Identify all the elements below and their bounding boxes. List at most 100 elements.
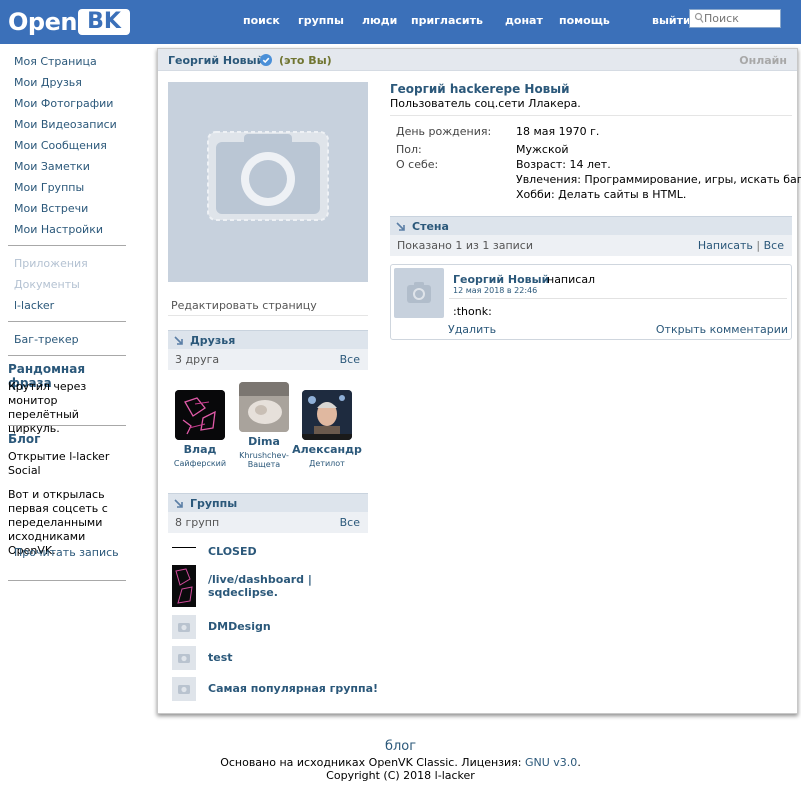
post-date[interactable]: 12 мая 2018 в 22:46 <box>453 286 537 295</box>
sidebar-item-photos[interactable]: Мои Фотографии <box>14 97 113 110</box>
logo-bk-text: BK <box>78 9 130 35</box>
profile-name: Георгий Новый <box>168 54 265 67</box>
sidebar-divider <box>8 245 126 246</box>
group-name[interactable]: Самая популярная группа! <box>208 682 378 695</box>
group-name[interactable]: test <box>208 651 233 664</box>
groups-all-link[interactable]: Все <box>340 516 360 529</box>
its-you-label: (это Вы) <box>279 54 332 67</box>
info-label-gender: Пол: <box>396 143 422 156</box>
profile-panel: Георгий Новый (это Вы) Онлайн Редактиров… <box>157 48 801 714</box>
logo-open-text: Open <box>8 8 77 36</box>
groups-subbar: 8 групп Все <box>168 512 368 533</box>
post-author-avatar[interactable] <box>394 268 444 318</box>
sidebar-divider <box>8 355 126 356</box>
search-input[interactable] <box>704 11 778 26</box>
post-author-name[interactable]: Георгий Новый <box>453 273 549 286</box>
group-avatar[interactable] <box>172 547 196 548</box>
friend-avatar[interactable] <box>302 390 352 440</box>
friend-avatar-image <box>175 390 225 440</box>
user-status: Пользователь соц.сети Ллакера. <box>390 97 581 110</box>
camera-icon <box>178 654 190 663</box>
groups-title: Группы <box>190 497 238 510</box>
post-divider <box>449 298 787 299</box>
wall-write-link[interactable]: Написать <box>698 239 753 252</box>
groups-count: 8 групп <box>175 516 220 529</box>
friend-last-name[interactable]: Детилот <box>286 459 368 468</box>
post-text: :thonk: <box>453 305 492 318</box>
sidebar-item-l-lacker[interactable]: l-lacker <box>14 299 54 312</box>
camera-icon <box>178 685 190 694</box>
collapse-arrow-icon <box>174 336 183 345</box>
nav-invite[interactable]: пригласить <box>411 14 483 27</box>
nav-help[interactable]: помощь <box>559 14 610 27</box>
camera-icon <box>407 282 431 303</box>
nav-logout[interactable]: выйти <box>652 14 691 27</box>
group-avatar[interactable] <box>172 646 196 670</box>
group-name[interactable]: DMDesign <box>208 620 271 633</box>
wall-all-link[interactable]: Все <box>764 239 784 252</box>
nav-search[interactable]: поиск <box>243 14 280 27</box>
search-box[interactable] <box>689 9 781 28</box>
friends-count: 3 друга <box>175 353 220 366</box>
nav-groups[interactable]: группы <box>298 14 344 27</box>
info-value-age: Возраст: 14 лет. <box>516 158 611 171</box>
sidebar-item-friends[interactable]: Мои Друзья <box>14 76 82 89</box>
info-value-birthday: 18 мая 1970 г. <box>516 125 600 138</box>
friend-avatar[interactable] <box>239 382 289 432</box>
edit-page-link[interactable]: Редактировать страницу <box>171 299 317 312</box>
group-name-text: /live/dashboard | sqdeclipse. <box>208 573 312 599</box>
friends-title: Друзья <box>190 334 236 347</box>
top-header: Open BK поиск группы люди пригласить дон… <box>0 0 801 44</box>
sidebar-divider <box>8 580 126 581</box>
footer-license-link[interactable]: GNU v3.0 <box>525 756 577 769</box>
wall-section-bar[interactable]: Стена <box>390 216 792 236</box>
profile-avatar[interactable] <box>168 82 368 282</box>
group-name[interactable]: /live/dashboard | sqdeclipse. <box>208 573 318 599</box>
sidebar-item-notes[interactable]: Мои Заметки <box>14 160 90 173</box>
random-phrase-text: Крутил через монитор перелётный циркуль. <box>8 380 87 435</box>
openvk-logo[interactable]: Open BK <box>8 8 130 36</box>
sidebar-item-apps: Приложения <box>14 257 88 270</box>
blog-post-title: Открытие l-lacker Social <box>8 450 110 477</box>
footer-license-line: Основано на исходниках OpenVK Classic. Л… <box>0 756 801 769</box>
footer-copyright: Copyright (C) 2018 l-lacker <box>326 769 475 782</box>
sidebar-item-bugtracker[interactable]: Баг-трекер <box>14 333 79 346</box>
group-avatar[interactable] <box>172 565 196 607</box>
friend-first-name[interactable]: Dima <box>229 435 299 448</box>
info-value-interests: Увлечения: Программирование, игры, искат… <box>516 173 801 186</box>
sidebar-item-my-page[interactable]: Моя Страница <box>14 55 97 68</box>
footer-blog-link[interactable]: блог <box>0 739 801 754</box>
friend-first-name[interactable]: Александр <box>292 443 362 456</box>
camera-placeholder-icon <box>207 131 329 221</box>
friend-avatar-image <box>302 390 352 440</box>
group-avatar[interactable] <box>172 677 196 701</box>
group-name[interactable]: CLOSED <box>208 545 257 558</box>
post-open-comments-link[interactable]: Открыть комментарии <box>656 323 788 336</box>
blog-read-link[interactable]: Прочитать запись <box>14 546 119 559</box>
online-status: Онлайн <box>739 54 787 67</box>
friends-section-bar[interactable]: Друзья <box>168 330 368 350</box>
groups-section-bar[interactable]: Группы <box>168 493 368 513</box>
nav-people[interactable]: люди <box>362 14 397 27</box>
post-wrote-label: написал <box>547 273 596 286</box>
sidebar-item-videos[interactable]: Мои Видеозаписи <box>14 118 117 131</box>
post-delete-link[interactable]: Удалить <box>448 323 496 336</box>
wall-shown-count: Показано 1 из 1 записи <box>397 239 534 252</box>
nav-donate[interactable]: донат <box>505 14 543 27</box>
divider <box>168 315 368 316</box>
wall-subbar: Показано 1 из 1 записи Написать | Все <box>390 235 792 256</box>
sidebar-item-messages[interactable]: Мои Сообщения <box>14 139 107 152</box>
group-avatar-image <box>175 568 193 604</box>
wall-title: Стена <box>412 220 449 233</box>
wall-actions-separator: | <box>756 239 761 252</box>
verified-icon <box>260 54 272 66</box>
search-icon <box>694 12 704 23</box>
friends-all-link[interactable]: Все <box>340 353 360 366</box>
sidebar-item-groups[interactable]: Мои Группы <box>14 181 84 194</box>
sidebar-item-events[interactable]: Мои Встречи <box>14 202 88 215</box>
friend-avatar[interactable] <box>175 390 225 440</box>
wall-actions: Написать | Все <box>698 239 784 252</box>
friend-avatar-image <box>239 382 289 432</box>
group-avatar[interactable] <box>172 615 196 639</box>
sidebar-item-settings[interactable]: Мои Настройки <box>14 223 103 236</box>
